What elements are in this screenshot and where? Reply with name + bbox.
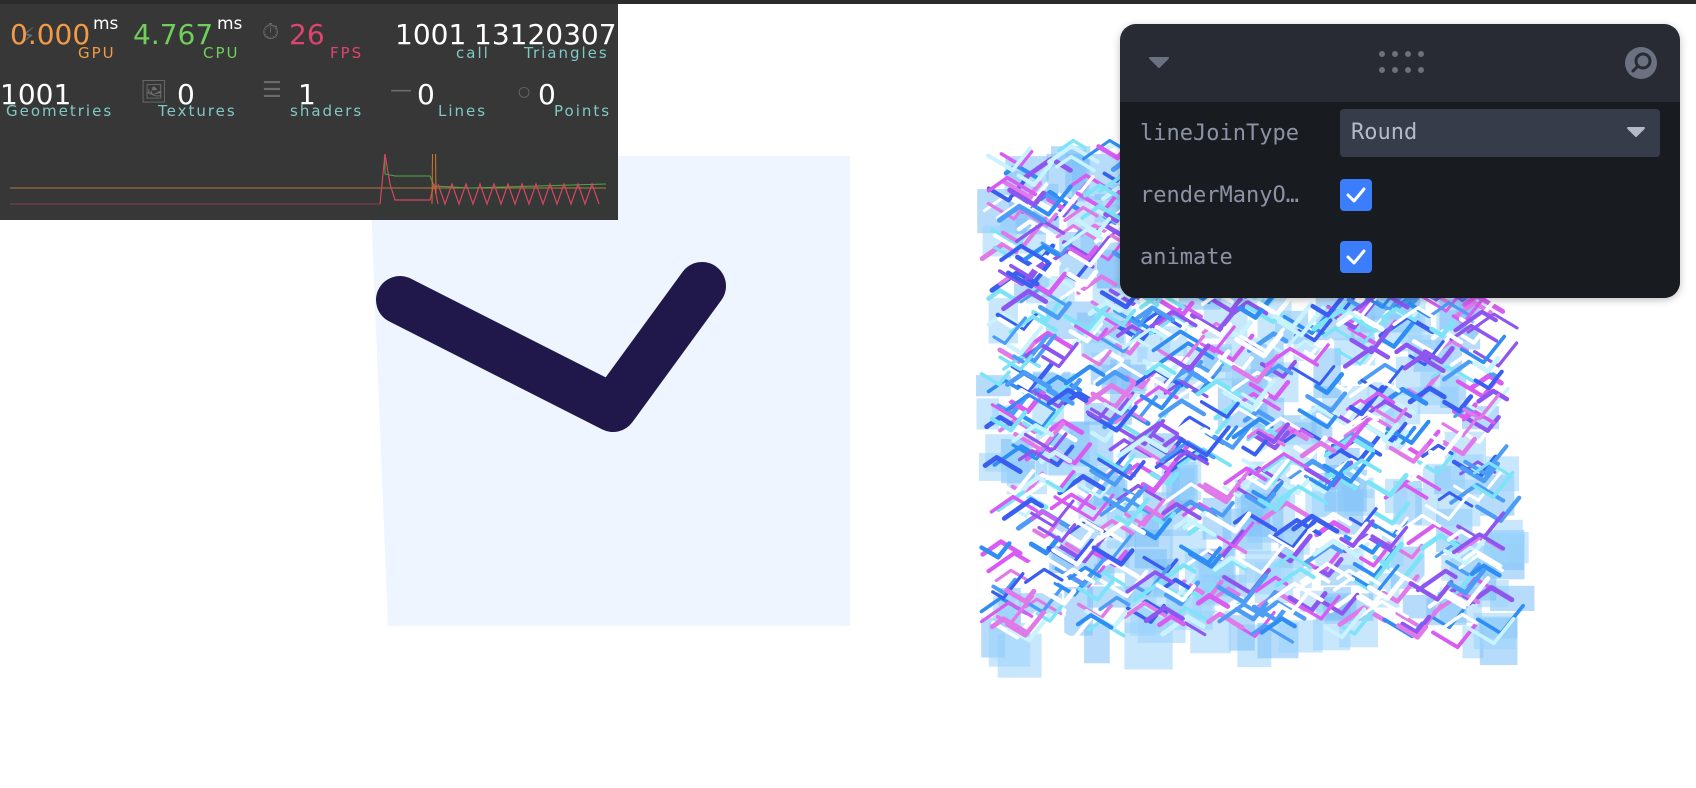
rendermany-label: renderManyO… bbox=[1140, 183, 1299, 208]
gui-controls: lineJoinType Round renderManyO… animate bbox=[1120, 102, 1680, 298]
animate-label: animate bbox=[1140, 245, 1233, 270]
control-row-linejointype: lineJoinType Round bbox=[1120, 102, 1680, 164]
list-icon: ☰ bbox=[262, 78, 282, 103]
search-icon[interactable] bbox=[1624, 46, 1658, 80]
perf-graph bbox=[10, 154, 607, 206]
stats-panel: ⚡ 0.000 ms GPU 4.767 ms CPU ⏱ 26 FPS 100… bbox=[0, 4, 618, 220]
line-icon: — bbox=[390, 78, 412, 103]
linejointype-select[interactable]: Round bbox=[1340, 109, 1660, 157]
stopwatch-icon: ⏱ bbox=[262, 20, 280, 45]
chevron-down-icon bbox=[1627, 127, 1645, 137]
gui-header bbox=[1120, 24, 1680, 102]
linejointype-value: Round bbox=[1351, 120, 1418, 145]
gui-panel: lineJoinType Round renderManyO… animate bbox=[1120, 24, 1680, 298]
linejointype-label: lineJoinType bbox=[1140, 121, 1299, 146]
control-row-rendermanyobjects: renderManyO… bbox=[1120, 164, 1680, 226]
animate-checkbox[interactable] bbox=[1340, 241, 1372, 273]
point-icon: ○ bbox=[518, 84, 531, 100]
drag-handle-icon[interactable] bbox=[1378, 50, 1424, 74]
checkmark-icon bbox=[1346, 249, 1366, 265]
checkmark-icon bbox=[1346, 187, 1366, 203]
rendermany-checkbox[interactable] bbox=[1340, 179, 1372, 211]
control-row-animate: animate bbox=[1120, 226, 1680, 288]
triangle-down-icon[interactable] bbox=[1148, 54, 1170, 70]
